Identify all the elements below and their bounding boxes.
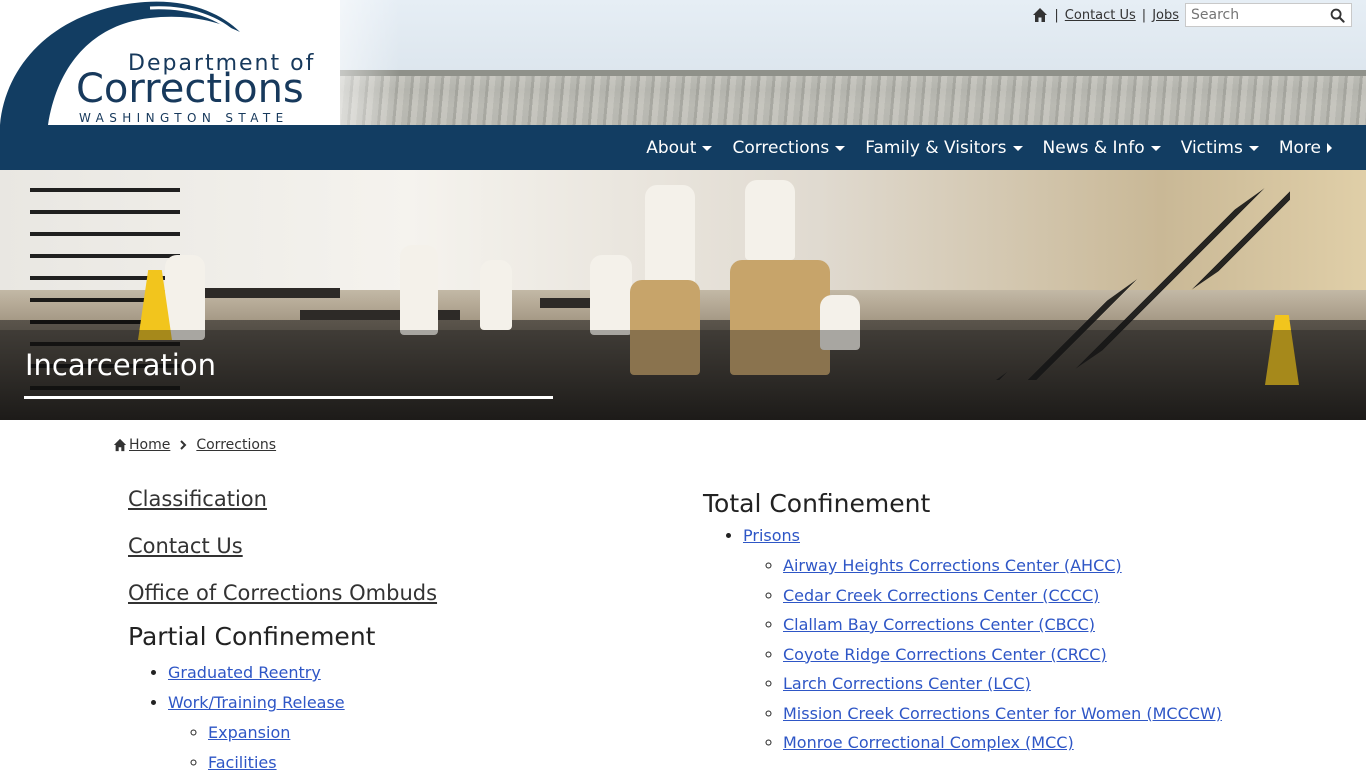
expansion-link[interactable]: Expansion [208,723,290,742]
nav-label: Family & Visitors [865,138,1006,158]
classification-link[interactable]: Classification [128,486,648,512]
nav-item-victims[interactable]: Victims [1171,138,1269,158]
contact-us-link[interactable]: Contact Us [1065,8,1136,23]
nav-label: Corrections [732,138,829,158]
prison-link-cbcc[interactable]: Clallam Bay Corrections Center (CBCC) [783,615,1095,634]
breadcrumb-corrections[interactable]: Corrections [196,437,276,453]
list-item: Facilities [208,748,648,777]
breadcrumb-home-label: Home [129,437,170,453]
work-release-sublist: Expansion Facilities [208,718,648,777]
prisons-sublist: Airway Heights Corrections Center (AHCC)… [783,551,1343,758]
utility-separator: | [1054,8,1058,23]
site-header: Department of Corrections WASHINGTON STA… [0,0,1366,125]
nav-item-about[interactable]: About [636,138,722,158]
nav-label: More [1279,138,1321,158]
breadcrumb: Home Corrections [113,437,276,453]
facilities-link[interactable]: Facilities [208,753,277,772]
total-confinement-list: Prisons Airway Heights Corrections Cente… [743,521,1343,758]
partial-confinement-list: Graduated Reentry Work/Training Release … [168,658,648,777]
work-training-release-link[interactable]: Work/Training Release [168,693,345,712]
utility-separator: | [1142,8,1146,23]
hero-photo-person [480,260,512,330]
list-item: Cedar Creek Corrections Center (CCCC) [783,581,1343,611]
hero-photo-person [645,185,695,285]
utility-bar: | Contact Us | Jobs [1032,3,1352,27]
prison-link-crcc[interactable]: Coyote Ridge Corrections Center (CRCC) [783,645,1107,664]
list-item: Work/Training Release Expansion Faciliti… [168,688,648,777]
nav-item-more[interactable]: More [1269,138,1342,158]
ombuds-link[interactable]: Office of Corrections Ombuds [128,580,648,606]
caret-down-icon [1013,146,1023,151]
list-item: Coyote Ridge Corrections Center (CRCC) [783,640,1343,670]
nav-item-family-visitors[interactable]: Family & Visitors [855,138,1032,158]
list-item: Larch Corrections Center (LCC) [783,669,1343,699]
list-item: Airway Heights Corrections Center (AHCC) [783,551,1343,581]
logo-line-corrections: Corrections [76,66,304,112]
hero-photo-table [190,288,340,298]
search-box [1185,3,1352,27]
left-column: Classification Contact Us Office of Corr… [128,486,648,777]
nav-item-corrections[interactable]: Corrections [722,138,855,158]
caret-down-icon [835,146,845,151]
contact-us-section-link[interactable]: Contact Us [128,533,648,559]
nav-label: Victims [1181,138,1243,158]
nav-label: News & Info [1043,138,1145,158]
hero-photo-person [590,255,632,335]
total-confinement-heading: Total Confinement [703,489,1343,519]
list-item: Graduated Reentry [168,658,648,688]
list-item: Monroe Correctional Complex (MCC) [783,728,1343,758]
prison-link-ahcc[interactable]: Airway Heights Corrections Center (AHCC) [783,556,1122,575]
hero-photo-person [400,245,438,335]
prisons-link[interactable]: Prisons [743,526,800,545]
caret-down-icon [1151,146,1161,151]
page-title-underline [24,396,553,399]
right-column: Total Confinement Prisons Airway Heights… [703,489,1343,758]
hero-photo-person [745,180,795,260]
list-item: Expansion [208,718,648,748]
prison-link-lcc[interactable]: Larch Corrections Center (LCC) [783,674,1031,693]
list-item: Prisons Airway Heights Corrections Cente… [743,521,1343,758]
list-item: Clallam Bay Corrections Center (CBCC) [783,610,1343,640]
hero-banner: Incarceration [0,170,1366,420]
breadcrumb-home[interactable]: Home [113,437,170,453]
search-input[interactable] [1186,4,1324,26]
prison-link-mcc[interactable]: Monroe Correctional Complex (MCC) [783,733,1074,752]
caret-down-icon [702,146,712,151]
header-landscape [330,76,1366,125]
home-icon[interactable] [1032,7,1048,23]
nav-label: About [646,138,696,158]
logo-line-state: WASHINGTON STATE [79,111,289,125]
partial-confinement-heading: Partial Confinement [128,622,648,652]
list-item: Mission Creek Corrections Center for Wom… [783,699,1343,729]
main-nav: About Corrections Family & Visitors News… [0,125,1366,170]
graduated-reentry-link[interactable]: Graduated Reentry [168,663,321,682]
search-icon[interactable] [1330,8,1345,23]
caret-down-icon [1249,146,1259,151]
hero-photo-person [165,255,205,340]
nav-item-news-info[interactable]: News & Info [1033,138,1171,158]
home-icon [113,438,127,452]
caret-right-icon [1327,143,1332,153]
prison-link-cccc[interactable]: Cedar Creek Corrections Center (CCCC) [783,586,1099,605]
jobs-link[interactable]: Jobs [1152,8,1179,23]
prison-link-mcccw[interactable]: Mission Creek Corrections Center for Wom… [783,704,1222,723]
page-title: Incarceration [25,348,216,382]
chevron-right-icon [177,439,189,451]
